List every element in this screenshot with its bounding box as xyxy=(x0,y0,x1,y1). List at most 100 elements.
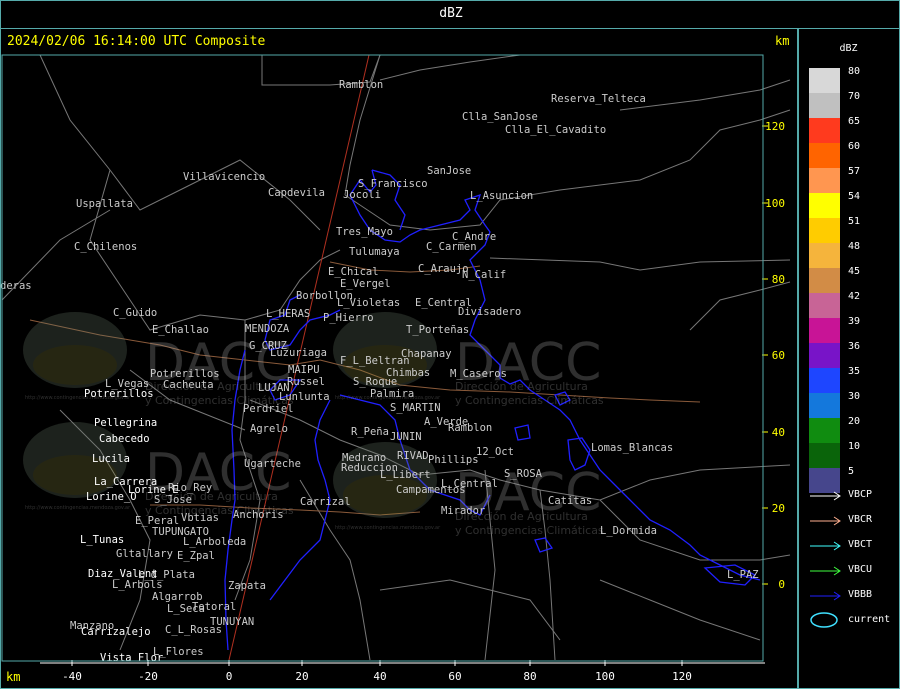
place-label: N_Calif xyxy=(462,269,506,281)
place-label: Clla_SanJose xyxy=(462,111,538,123)
place-label: E_Zpal xyxy=(177,550,215,562)
line-legend-label: VBCT xyxy=(848,539,873,550)
place-label: L_Asuncion xyxy=(470,190,533,202)
place-label: C_Carmen xyxy=(426,241,477,253)
place-label: Ugarteche xyxy=(244,458,301,470)
place-label: Lomas_Blancas xyxy=(591,442,673,454)
place-label: C_L_Rosas xyxy=(165,624,222,636)
radar-map[interactable]: DACCDirección de Agriculturay Contingenc… xyxy=(0,0,900,689)
place-label: JUNIN xyxy=(390,431,422,443)
line-legend-item xyxy=(809,588,843,602)
scale-swatch xyxy=(809,193,840,218)
dacc-url: http://www.contingencias.mendoza.gov.ar xyxy=(335,525,441,531)
line-legend-label: VBCR xyxy=(848,514,873,525)
line-legend-item xyxy=(809,513,843,527)
scale-value-label: 57 xyxy=(848,166,861,177)
scale-value-label: 70 xyxy=(848,91,861,102)
scale-swatch xyxy=(809,118,840,143)
x-unit-label: km xyxy=(6,670,21,684)
scale-value-label: 35 xyxy=(848,366,861,377)
place-label: Zapata xyxy=(228,580,266,592)
place-label: Capdevila xyxy=(268,187,325,199)
scale-swatch xyxy=(809,143,840,168)
current-ellipse-icon xyxy=(810,612,838,628)
place-label: Ramblon xyxy=(339,79,383,91)
arrow-icon xyxy=(810,541,841,551)
place-label: L_Violetas xyxy=(337,297,400,309)
place-label: C_Chilenos xyxy=(74,241,137,253)
place-label: Reserva_Telteca xyxy=(551,93,646,105)
place-label: L_HERAS xyxy=(266,308,310,320)
place-label: Gltallary xyxy=(116,548,173,560)
place-label: S_Roque xyxy=(353,376,397,388)
y-tick-label: 80 xyxy=(772,273,785,286)
place-label: 12_Oct xyxy=(476,446,514,458)
place-label: Villavicencio xyxy=(183,171,265,183)
place-label: Lunlunta xyxy=(279,391,330,403)
x-tick-label: 20 xyxy=(295,670,308,683)
place-label: Ramblon xyxy=(448,422,492,434)
place-label: Jocoli xyxy=(343,189,381,201)
scale-value-label: 80 xyxy=(848,66,861,77)
scale-value-label: 54 xyxy=(848,191,861,202)
y-tick-label: 120 xyxy=(765,120,785,133)
place-label: Phillips xyxy=(428,454,479,466)
scale-value-label: 65 xyxy=(848,116,861,127)
place-label: Tulumaya xyxy=(349,246,400,258)
place-label: E_Vergel xyxy=(340,278,391,290)
dacc-line2: y Contingencias Climáticas xyxy=(455,394,604,407)
x-tick-label: 60 xyxy=(448,670,461,683)
place-label: MENDOZA xyxy=(245,323,290,335)
scale-value-label: 36 xyxy=(848,341,861,352)
place-label: Agrelo xyxy=(250,423,288,435)
dacc-line2: y Contingencias Climáticas xyxy=(455,524,604,537)
place-label: P_Hierro xyxy=(323,312,374,324)
y-tick-label: 40 xyxy=(772,426,785,439)
scale-swatch xyxy=(809,393,840,418)
place-label: M_Caseros xyxy=(450,368,507,380)
timestamp: 2024/02/06 16:14:00 UTC Composite xyxy=(7,34,266,49)
place-label: SanJose xyxy=(427,165,471,177)
place-label: Mirador xyxy=(441,505,485,517)
place-label-highlighted: Diaz_Valent xyxy=(88,568,158,580)
place-label: Russel xyxy=(287,376,325,388)
arrow-icon xyxy=(810,516,841,526)
place-label: L_Dormida xyxy=(600,525,657,537)
arrow-icon xyxy=(810,491,841,501)
x-tick-label: -40 xyxy=(62,670,82,683)
place-label: L_Arbols xyxy=(112,579,163,591)
place-label: Chapanay xyxy=(401,348,452,360)
place-label: C_Araujo xyxy=(418,263,469,275)
scale-swatch xyxy=(809,343,840,368)
scale-value-label: 48 xyxy=(848,241,861,252)
place-label-highlighted: Cabecedo xyxy=(99,433,150,445)
scale-swatch xyxy=(809,243,840,268)
y-tick-label: 20 xyxy=(772,502,785,515)
place-label-highlighted: L_Tunas xyxy=(80,534,124,546)
place-label: Palmira xyxy=(370,388,414,400)
line-legend-item xyxy=(809,488,843,502)
place-label: S_ROSA xyxy=(504,468,543,480)
place-label: R_Peña xyxy=(351,426,389,438)
place-label: Luzuriaga xyxy=(270,347,327,359)
y-tick-label: 100 xyxy=(765,197,785,210)
x-tick-label: 100 xyxy=(595,670,615,683)
scale-swatch xyxy=(809,218,840,243)
scale-swatch xyxy=(809,93,840,118)
line-legend-item xyxy=(809,563,843,577)
scale-swatch xyxy=(809,168,840,193)
place-label: Totoral xyxy=(192,601,236,613)
place-label: T_Porteñas xyxy=(406,324,469,336)
dacc-line1: Dirección de Agricultura xyxy=(455,380,588,393)
y-tick-label: 0 xyxy=(778,578,785,591)
place-label: L_Libert xyxy=(380,469,431,481)
place-label-highlighted: Lorine_O xyxy=(86,491,137,503)
scale-swatch xyxy=(809,293,840,318)
line-legend-label: VBCP xyxy=(848,489,873,500)
place-label: Anchoris xyxy=(233,509,284,521)
place-label: L_Central xyxy=(441,478,498,490)
place-label-highlighted: Carrizalejo xyxy=(81,626,151,638)
place-label: RIVAD xyxy=(397,450,429,462)
dacc-url: http://www.contingencias.mendoza.gov.ar xyxy=(25,505,131,511)
place-label-highlighted: Pellegrina xyxy=(94,417,157,429)
